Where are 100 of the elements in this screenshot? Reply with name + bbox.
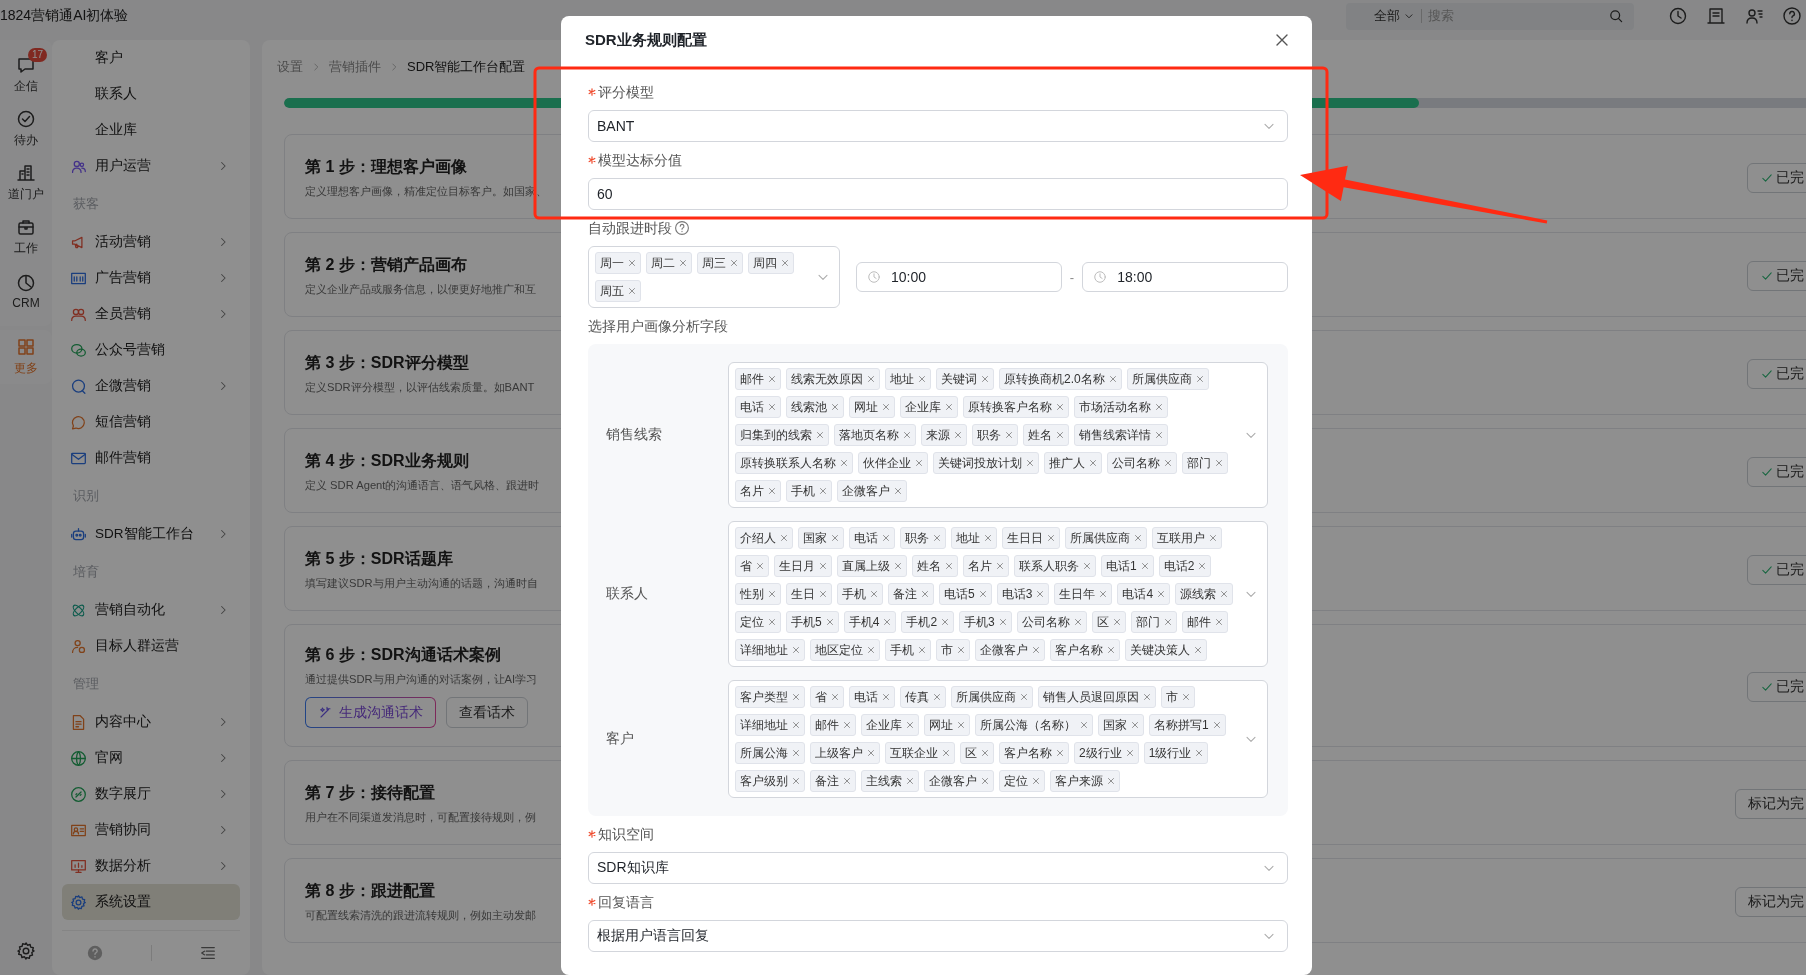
menu-item[interactable]: 内容中心 <box>62 704 240 740</box>
field-tag[interactable]: 所属公海（名称） <box>975 714 1093 736</box>
remove-icon[interactable] <box>1035 589 1046 599</box>
remove-icon[interactable] <box>1055 748 1065 758</box>
field-tag[interactable]: 市 <box>1161 686 1195 708</box>
field-tag[interactable]: 企微客户 <box>975 639 1045 661</box>
field-tag[interactable]: 归集到的线索 <box>735 424 829 446</box>
menu-item[interactable]: 公众号营销 <box>62 332 240 368</box>
field-tag[interactable]: 名片 <box>735 480 781 502</box>
field-tag[interactable]: 市 <box>936 639 970 661</box>
help-icon[interactable] <box>674 220 690 236</box>
completed-button[interactable]: 已完 <box>1747 456 1806 487</box>
remove-icon[interactable] <box>881 692 891 702</box>
remove-icon[interactable] <box>842 720 852 730</box>
remove-icon[interactable] <box>1211 720 1222 730</box>
remove-icon[interactable] <box>1139 561 1150 571</box>
field-tag[interactable]: 1级行业 <box>1143 742 1209 764</box>
remove-icon[interactable] <box>1055 430 1065 440</box>
remove-icon[interactable] <box>932 533 942 543</box>
select-field[interactable]: SDR知识库 <box>588 852 1288 884</box>
field-tag[interactable]: 姓名 <box>912 555 958 577</box>
remove-icon[interactable] <box>1154 430 1164 440</box>
day-tag[interactable]: 周五 <box>595 280 641 302</box>
remove-icon[interactable] <box>830 402 840 412</box>
field-tag[interactable]: 详细地址 <box>735 714 805 736</box>
remove-icon[interactable] <box>791 692 801 702</box>
field-tag[interactable]: 生日日 <box>1002 527 1060 549</box>
field-tag[interactable]: 姓名 <box>1023 424 1069 446</box>
menu-item[interactable]: 系统设置 <box>62 884 240 920</box>
remove-icon[interactable] <box>1072 617 1083 627</box>
remove-icon[interactable] <box>983 533 993 543</box>
remove-icon[interactable] <box>1162 617 1173 627</box>
remove-icon[interactable] <box>1194 374 1205 384</box>
remove-icon[interactable] <box>1111 617 1122 627</box>
remove-icon[interactable] <box>1193 645 1203 655</box>
day-tag[interactable]: 周四 <box>748 252 794 274</box>
field-tag[interactable]: 所属供应商 <box>1126 368 1209 390</box>
generate-button[interactable]: 生成沟通话术 <box>305 697 436 728</box>
field-tag[interactable]: 公司名称 <box>1016 611 1087 633</box>
remove-icon[interactable] <box>1019 692 1029 702</box>
field-tag[interactable]: 来源 <box>921 424 967 446</box>
remove-icon[interactable] <box>842 776 852 786</box>
field-tag[interactable]: 部门 <box>1130 611 1177 633</box>
remove-icon[interactable] <box>920 589 930 599</box>
remove-icon[interactable] <box>995 561 1005 571</box>
field-tag[interactable]: 电话4 <box>1117 583 1171 605</box>
field-tag[interactable]: 线索池 <box>786 396 844 418</box>
field-tag[interactable]: 客户名称 <box>1050 639 1120 661</box>
remove-icon[interactable] <box>791 776 801 786</box>
field-tag[interactable]: 邮件 <box>1181 611 1228 633</box>
field-tag[interactable]: 定位 <box>999 770 1045 792</box>
remove-icon[interactable] <box>941 748 951 758</box>
field-tag[interactable]: 省 <box>735 555 769 577</box>
menu-item[interactable]: 官网 <box>62 740 240 776</box>
field-tag[interactable]: 备注 <box>810 770 856 792</box>
remove-icon[interactable] <box>839 458 849 468</box>
remove-icon[interactable] <box>1181 692 1191 702</box>
remove-icon[interactable] <box>1130 720 1140 730</box>
field-tag[interactable]: 电话5 <box>939 583 992 605</box>
remove-icon[interactable] <box>902 430 912 440</box>
remove-icon[interactable] <box>678 258 688 268</box>
field-tag[interactable]: 手机 <box>885 639 931 661</box>
field-tag[interactable]: 详细地址 <box>735 639 805 661</box>
remove-icon[interactable] <box>780 258 790 268</box>
field-tag[interactable]: 手机 <box>786 480 832 502</box>
field-tag[interactable]: 国家 <box>1098 714 1144 736</box>
menu-item[interactable]: 目标人群运营 <box>62 628 240 664</box>
field-tag[interactable]: 市场活动名称 <box>1074 396 1168 418</box>
remove-icon[interactable] <box>956 720 966 730</box>
remove-icon[interactable] <box>767 486 777 496</box>
remove-icon[interactable] <box>1106 776 1116 786</box>
select-field[interactable]: BANT <box>588 110 1288 142</box>
remove-icon[interactable] <box>953 430 963 440</box>
menu-item[interactable]: 营销自动化 <box>62 592 240 628</box>
field-tag[interactable]: 手机2 <box>901 611 955 633</box>
remove-icon[interactable] <box>1082 561 1092 571</box>
field-tag[interactable]: 互联企业 <box>885 742 955 764</box>
field-tag[interactable]: 区 <box>960 742 994 764</box>
menu-item[interactable]: 客户 <box>62 40 240 76</box>
field-tag[interactable]: 销售线索详情 <box>1074 424 1168 446</box>
field-tag[interactable]: 手机5 <box>786 611 839 633</box>
menu-item[interactable]: 短信营销 <box>62 404 240 440</box>
field-tag[interactable]: 电话 <box>849 527 895 549</box>
field-tag[interactable]: 原转换联系人名称 <box>735 452 853 474</box>
rail-item[interactable]: 企信 17 <box>0 48 52 102</box>
remove-icon[interactable] <box>866 645 876 655</box>
user-list-icon[interactable] <box>1744 6 1764 26</box>
field-tag[interactable]: 所属供应商 <box>1065 527 1147 549</box>
field-tag[interactable]: 落地页名称 <box>834 424 916 446</box>
remove-icon[interactable] <box>824 617 835 627</box>
field-tag[interactable]: 电话 <box>735 396 781 418</box>
remove-icon[interactable] <box>1142 692 1152 702</box>
menu-item[interactable]: 联系人 <box>62 76 240 112</box>
field-tag[interactable]: 企业库 <box>900 396 958 418</box>
remove-icon[interactable] <box>755 561 765 571</box>
remove-icon[interactable] <box>905 776 915 786</box>
remove-icon[interactable] <box>818 589 828 599</box>
remove-icon[interactable] <box>956 645 966 655</box>
field-tag[interactable]: 区 <box>1091 611 1126 633</box>
select-field[interactable]: 根据用户语言回复 <box>588 920 1288 952</box>
